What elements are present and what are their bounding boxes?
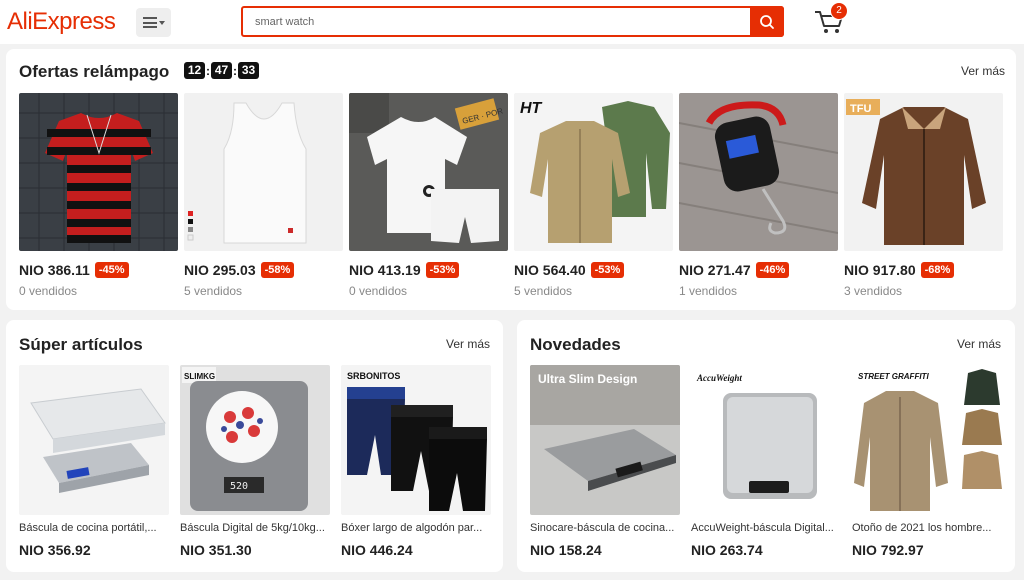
- product-card[interactable]: Ultra Slim Design Sinocare-báscula de co…: [530, 365, 680, 558]
- timer-seconds: 33: [238, 62, 259, 79]
- flash-product-card[interactable]: NIO 271.47 -46% 1 vendidos: [679, 93, 838, 298]
- product-price: NIO 917.80: [844, 262, 916, 278]
- product-price: NIO 295.03: [184, 262, 256, 278]
- brand-text: AccuWeight: [696, 373, 742, 383]
- flash-product-card[interactable]: GER · POR NIO 413.19 -53% 0 vendidos: [349, 93, 508, 298]
- brand-text: HT: [520, 100, 543, 117]
- cart-count-badge: 2: [830, 2, 848, 20]
- search-input[interactable]: [255, 14, 735, 30]
- product-name: Báscula Digital de 5kg/10kg...: [180, 522, 325, 534]
- discount-badge: -53%: [590, 262, 625, 278]
- search-button[interactable]: [750, 6, 784, 37]
- scale-display-text: 520: [230, 481, 248, 492]
- product-price: NIO 792.97: [852, 542, 924, 558]
- product-price: NIO 413.19: [349, 262, 421, 278]
- flash-deals-section: Ofertas relámpago 12 : 47 : 33 Ver más N…: [6, 49, 1016, 310]
- top-header: AliExpress 2: [0, 0, 1024, 44]
- aliexpress-logo[interactable]: AliExpress: [7, 8, 116, 36]
- caret-down-icon: [158, 20, 165, 25]
- discount-badge: -46%: [755, 262, 790, 278]
- new-arrivals-section: Novedades Ver más Ultra Slim Design Sino…: [517, 320, 1015, 572]
- banner-text: Ultra Slim Design: [538, 372, 637, 386]
- flash-deals-title: Ofertas relámpago: [19, 62, 170, 81]
- product-image: [19, 365, 169, 515]
- product-price: NIO 356.92: [19, 542, 91, 558]
- product-image: HT: [514, 93, 673, 251]
- product-card[interactable]: STREET GRAFFITI Otoño de 2021 los hombre…: [852, 365, 1002, 558]
- flash-product-card[interactable]: NIO 295.03 -58% 5 vendidos: [184, 93, 343, 298]
- sold-count: 0 vendidos: [19, 284, 78, 298]
- product-price: NIO 351.30: [180, 542, 252, 558]
- menu-icon: [142, 17, 157, 28]
- product-name: Otoño de 2021 los hombre...: [852, 522, 992, 534]
- brand-text: SLIMKG: [184, 372, 215, 381]
- product-price: NIO 158.24: [530, 542, 602, 558]
- search-icon: [760, 14, 774, 29]
- product-image: STREET GRAFFITI: [852, 365, 1002, 515]
- super-see-more-link[interactable]: Ver más: [446, 337, 490, 351]
- product-price: NIO 386.11: [19, 262, 90, 278]
- sold-count: 3 vendidos: [844, 284, 903, 298]
- product-price: NIO 263.74: [691, 542, 763, 558]
- product-price: NIO 271.47: [679, 262, 751, 278]
- sold-count: 1 vendidos: [679, 284, 738, 298]
- product-name: Bóxer largo de algodón par...: [341, 522, 483, 534]
- sold-count: 5 vendidos: [184, 284, 243, 298]
- sold-count: 0 vendidos: [349, 284, 408, 298]
- product-image: Ultra Slim Design: [530, 365, 680, 515]
- product-image: [679, 93, 838, 251]
- product-price: NIO 564.40: [514, 262, 586, 278]
- product-card[interactable]: Báscula de cocina portátil,... NIO 356.9…: [19, 365, 169, 558]
- product-image: AccuWeight: [691, 365, 841, 515]
- flash-product-card[interactable]: TFU NIO 917.80 -68% 3 vendidos: [844, 93, 1003, 298]
- product-image: GER · POR: [349, 93, 508, 251]
- discount-badge: -58%: [260, 262, 295, 278]
- discount-badge: -68%: [920, 262, 955, 278]
- brand-text: TFU: [850, 103, 871, 115]
- super-items-title: Súper artículos: [19, 335, 143, 354]
- product-image: SLIMKG 520: [180, 365, 330, 515]
- timer-hours: 12: [184, 62, 205, 79]
- product-image: SRBONITOS: [341, 365, 491, 515]
- product-name: Sinocare-báscula de cocina...: [530, 522, 675, 534]
- new-see-more-link[interactable]: Ver más: [957, 337, 1001, 351]
- flash-product-card[interactable]: HT NIO 564.40 -53% 5 vendidos: [514, 93, 673, 298]
- new-arrivals-title: Novedades: [530, 335, 621, 354]
- product-image: TFU: [844, 93, 1003, 251]
- flash-product-card[interactable]: NIO 386.11 -45% 0 vendidos: [19, 93, 178, 298]
- product-image: [19, 93, 178, 251]
- super-items-section: Súper artículos Ver más Báscula de cocin…: [6, 320, 503, 572]
- sold-count: 5 vendidos: [514, 284, 573, 298]
- product-card[interactable]: SRBONITOS Bóxer largo de algodón par... …: [341, 365, 491, 558]
- discount-badge: -53%: [425, 262, 460, 278]
- category-menu-button[interactable]: [136, 8, 171, 37]
- product-card[interactable]: SLIMKG 520 Báscula Digital de 5kg/10kg..…: [180, 365, 330, 558]
- product-image: [184, 93, 343, 251]
- product-name: Báscula de cocina portátil,...: [19, 522, 157, 534]
- product-name: AccuWeight-báscula Digital...: [691, 522, 834, 534]
- brand-text: STREET GRAFFITI: [858, 372, 929, 381]
- timer-minutes: 47: [211, 62, 232, 79]
- product-price: NIO 446.24: [341, 542, 413, 558]
- countdown-timer: 12 : 47 : 33: [184, 62, 259, 79]
- brand-text: SRBONITOS: [347, 371, 400, 381]
- flash-see-more-link[interactable]: Ver más: [961, 64, 1005, 78]
- search-bar: [241, 6, 784, 37]
- product-card[interactable]: AccuWeight AccuWeight-báscula Digital...…: [691, 365, 841, 558]
- discount-badge: -45%: [94, 262, 129, 278]
